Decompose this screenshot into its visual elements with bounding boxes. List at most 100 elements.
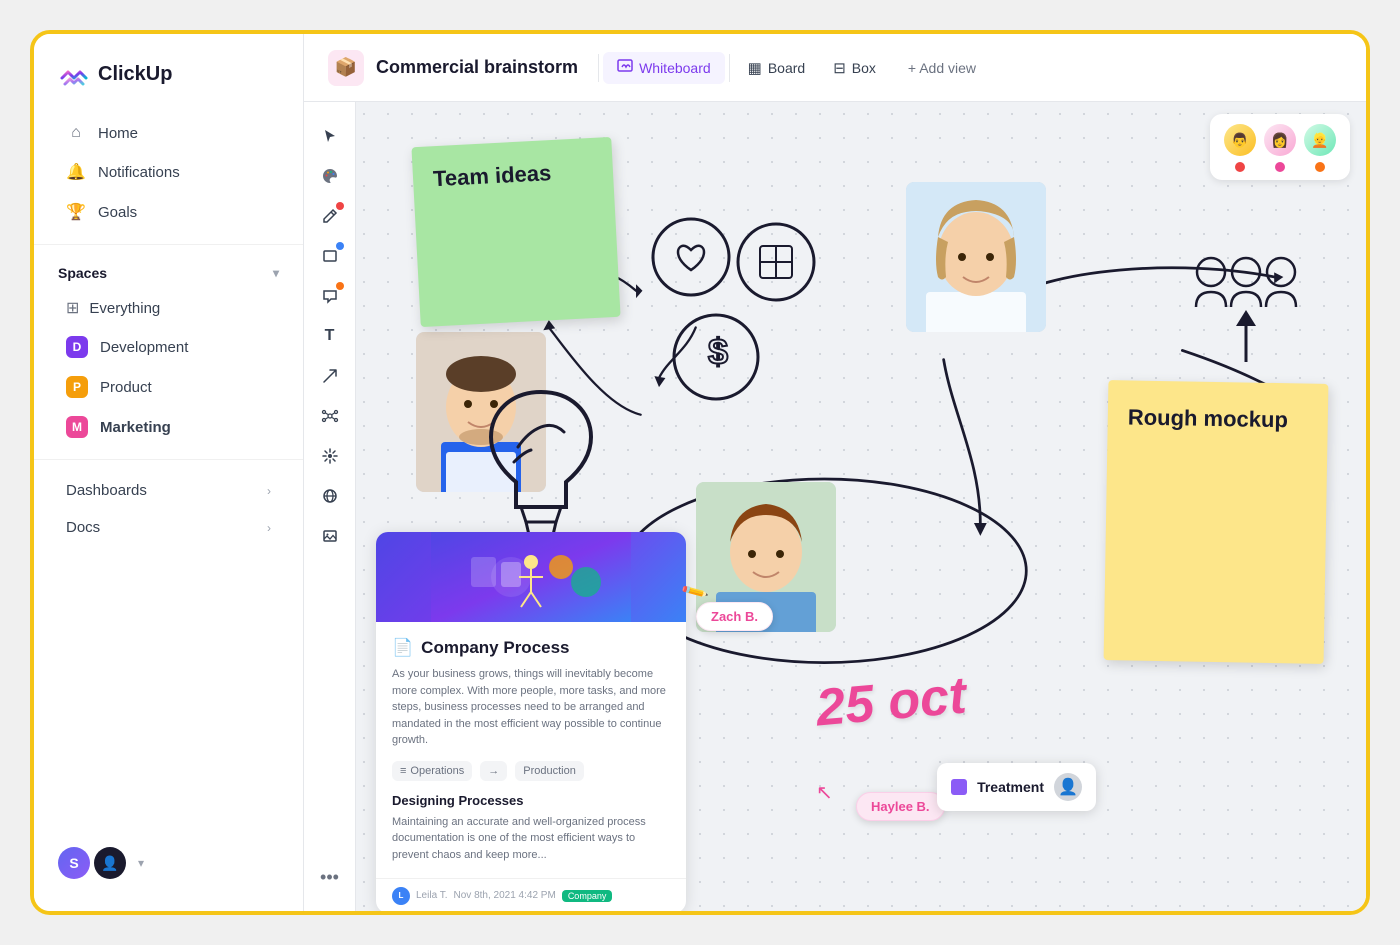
bell-icon: 🔔 — [66, 162, 86, 182]
collab-dot-2 — [1275, 162, 1285, 172]
tool-cursor[interactable] — [312, 118, 348, 154]
tab-box[interactable]: ⊟ Box — [819, 53, 890, 83]
sidebar-divider-1 — [34, 244, 303, 245]
tool-pencil[interactable] — [312, 198, 348, 234]
tool-rectangle[interactable] — [312, 238, 348, 274]
collaborator-avatars: 👨 👩 👱 — [1210, 114, 1350, 180]
nav-home-label: Home — [98, 125, 138, 142]
left-toolbar: T — [304, 102, 356, 911]
spaces-section-header[interactable]: Spaces ▾ — [34, 257, 303, 289]
tag-arrow: → — [480, 761, 507, 781]
document-card[interactable]: 📄 Company Process As your business grows… — [376, 532, 686, 911]
sidebar-divider-2 — [34, 459, 303, 460]
collab-avatar-1: 👨 — [1224, 124, 1256, 156]
doc-card-banner — [376, 532, 686, 622]
app-name: ClickUp — [98, 63, 172, 86]
home-icon: ⌂ — [66, 124, 86, 142]
space-everything[interactable]: ⊞ Everything — [42, 289, 295, 327]
handwritten-date: 25 oct — [814, 666, 969, 739]
doc-card-subtitle: Designing Processes — [392, 793, 670, 808]
main-header: 📦 Commercial brainstorm Whiteboard ▦ Boa… — [304, 34, 1366, 102]
user-avatar-2: 👤 — [94, 847, 126, 879]
tag-operations: ≡ Operations — [392, 761, 472, 781]
collab-avatar-3: 👱 — [1304, 124, 1336, 156]
nav-goals-label: Goals — [98, 204, 137, 221]
spaces-label: Spaces — [58, 265, 107, 281]
dashboards-chevron-icon: › — [267, 484, 271, 498]
footer-avatar: L — [392, 887, 410, 905]
tool-comment[interactable] — [312, 278, 348, 314]
svg-text:$: $ — [708, 331, 728, 372]
tool-palette[interactable] — [312, 158, 348, 194]
app-frame: ClickUp ⌂ Home 🔔 Notifications 🏆 Goals S… — [30, 30, 1370, 915]
treatment-badge: Treatment 👤 — [937, 763, 1096, 811]
doc-card-icon: 📄 — [392, 638, 413, 658]
tool-globe[interactable] — [312, 478, 348, 514]
space-product[interactable]: P Product — [42, 367, 295, 407]
treatment-label: Treatment — [977, 779, 1044, 795]
tab-box-label: Box — [852, 60, 876, 76]
sidebar-footer: S 👤 ▾ — [34, 831, 303, 895]
board-icon: ▦ — [748, 59, 762, 77]
docs-chevron-icon: › — [267, 521, 271, 535]
tab-whiteboard[interactable]: Whiteboard — [603, 52, 725, 84]
footer-badge: Company — [562, 890, 613, 902]
add-view-label: + Add view — [908, 60, 976, 76]
cursor-pointer-icon: ↖ — [816, 780, 833, 805]
product-badge: P — [66, 376, 88, 398]
chevron-down-icon: ▾ — [273, 266, 279, 280]
user-avatars: S 👤 — [58, 847, 126, 879]
marketing-badge: M — [66, 416, 88, 438]
header-divider-2 — [729, 54, 730, 82]
tool-more[interactable]: ••• — [312, 859, 348, 895]
space-development[interactable]: D Development — [42, 327, 295, 367]
sticky-note-yellow: Rough mockup — [1104, 380, 1329, 664]
tool-network[interactable] — [312, 398, 348, 434]
header-divider — [598, 54, 599, 82]
sidebar: ClickUp ⌂ Home 🔔 Notifications 🏆 Goals S… — [34, 34, 304, 911]
nav-notifications[interactable]: 🔔 Notifications — [42, 152, 295, 192]
add-view-button[interactable]: + Add view — [894, 54, 990, 82]
doc-card-tags: ≡ Operations → Production — [392, 761, 670, 781]
doc-icon: 📦 — [335, 57, 357, 78]
collab-dot-1 — [1235, 162, 1245, 172]
user-avatar-s: S — [58, 847, 90, 879]
doc-card-footer: L Leila T. Nov 8th, 2021 4:42 PM Company — [376, 878, 686, 912]
sticky-green-text: Team ideas — [432, 160, 551, 191]
treatment-avatar: 👤 — [1054, 773, 1082, 801]
tab-board-label: Board — [768, 60, 805, 76]
logo-area[interactable]: ClickUp — [34, 58, 303, 114]
tool-arrow[interactable] — [312, 358, 348, 394]
space-development-label: Development — [100, 339, 188, 356]
doc-icon-wrapper: 📦 — [328, 50, 364, 86]
zach-name-text: Zach B. — [711, 609, 758, 624]
tool-image[interactable] — [312, 518, 348, 554]
icons-cluster: $ — [636, 212, 836, 412]
nav-notifications-label: Notifications — [98, 164, 180, 181]
list-icon: ≡ — [400, 765, 406, 777]
nav-goals[interactable]: 🏆 Goals — [42, 192, 295, 232]
docs-section[interactable]: Docs › — [42, 509, 295, 546]
doc-title: Commercial brainstorm — [376, 57, 578, 78]
tool-text[interactable]: T — [312, 318, 348, 354]
tab-board[interactable]: ▦ Board — [734, 53, 820, 83]
tool-sparkle[interactable] — [312, 438, 348, 474]
box-icon: ⊟ — [833, 59, 846, 77]
lightbulb-drawing — [476, 372, 606, 557]
dashboards-section[interactable]: Dashboards › — [42, 472, 295, 509]
grid-icon: ⊞ — [66, 298, 79, 318]
canvas-area: T — [304, 102, 1366, 911]
main-area: 📦 Commercial brainstorm Whiteboard ▦ Boa… — [304, 34, 1366, 911]
canvas-content: 👨 👩 👱 — [356, 102, 1366, 911]
nav-home[interactable]: ⌂ Home — [42, 114, 295, 152]
space-everything-label: Everything — [89, 300, 160, 317]
people-group-icon — [1186, 242, 1306, 372]
space-product-label: Product — [100, 379, 152, 396]
trophy-icon: 🏆 — [66, 202, 86, 222]
space-marketing[interactable]: M Marketing — [42, 407, 295, 447]
haylee-name-text: Haylee B. — [871, 799, 930, 814]
doc-card-title: 📄 Company Process — [392, 638, 670, 658]
collab-dot-3 — [1315, 162, 1325, 172]
footer-chevron-icon[interactable]: ▾ — [138, 856, 144, 870]
collab-avatar-2: 👩 — [1264, 124, 1296, 156]
